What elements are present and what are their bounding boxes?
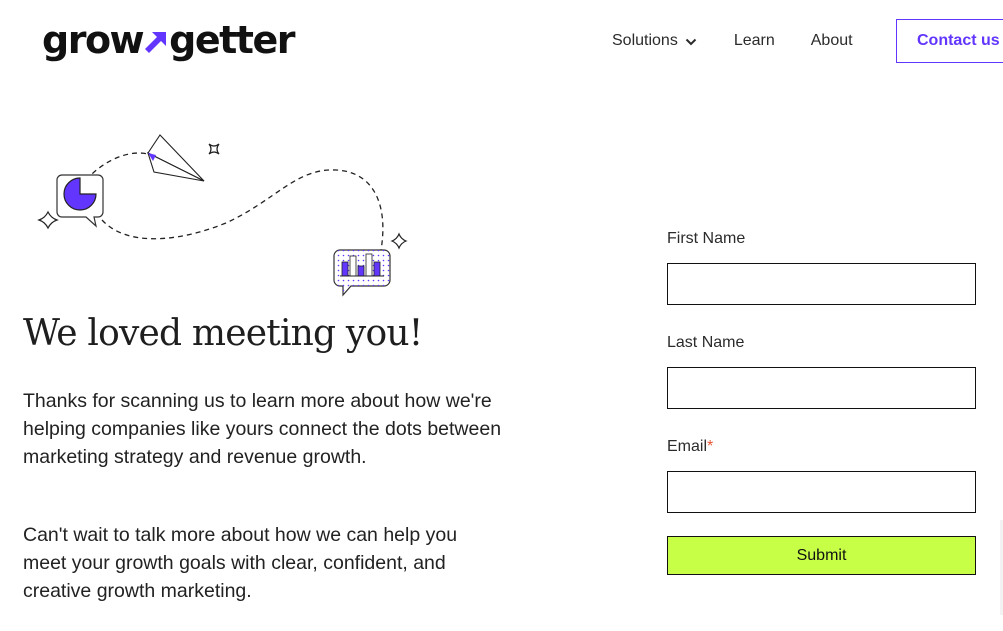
email-input[interactable]	[667, 471, 976, 513]
email-label-text: Email	[667, 438, 708, 455]
chevron-down-icon	[685, 35, 697, 47]
nav-about-label: About	[810, 32, 853, 49]
last-name-label-text: Last Name	[667, 334, 745, 351]
nav-about[interactable]: About	[811, 32, 853, 50]
sparkle-icon	[390, 232, 408, 250]
last-name-field-group: Last Name	[667, 334, 976, 409]
email-field-group: Email*	[667, 438, 976, 513]
dashed-flight-path	[85, 152, 384, 251]
arrow-up-right-icon	[144, 30, 168, 56]
nav-solutions[interactable]: Solutions	[612, 32, 697, 50]
site-header: grow getter Solutions Learn About Contac…	[0, 0, 1003, 84]
required-asterisk: *	[707, 438, 714, 455]
bar-chart-bubble-icon	[333, 249, 391, 297]
closing-paragraph: Can't wait to talk more about how we can…	[23, 524, 458, 602]
first-name-input[interactable]	[667, 263, 976, 305]
main-nav: Solutions Learn About	[612, 19, 886, 63]
email-label: Email*	[667, 438, 976, 458]
last-name-label: Last Name	[667, 334, 976, 354]
sparkle-icon	[208, 143, 220, 155]
first-name-field-group: First Name	[667, 230, 976, 305]
logo-text-grow: grow	[42, 18, 145, 62]
pie-chart-bubble-icon	[56, 174, 104, 228]
intro-paragraph: Thanks for scanning us to learn more abo…	[23, 390, 502, 468]
hero-illustration	[36, 128, 416, 300]
page-title: We loved meeting you!	[23, 313, 423, 354]
first-name-label: First Name	[667, 230, 976, 250]
nav-solutions-label: Solutions	[612, 32, 678, 49]
last-name-input[interactable]	[667, 367, 976, 409]
contact-us-button[interactable]: Contact us	[896, 19, 1003, 63]
contact-form: First Name Last Name Email* Submit	[667, 230, 976, 575]
logo[interactable]: grow getter	[42, 18, 295, 62]
submit-button[interactable]: Submit	[667, 536, 976, 575]
nav-learn-label: Learn	[733, 32, 775, 49]
nav-learn[interactable]: Learn	[734, 32, 775, 50]
paper-plane-icon	[147, 134, 205, 182]
sparkle-icon	[37, 210, 59, 230]
first-name-label-text: First Name	[667, 230, 746, 247]
logo-text-getter: getter	[169, 18, 295, 62]
